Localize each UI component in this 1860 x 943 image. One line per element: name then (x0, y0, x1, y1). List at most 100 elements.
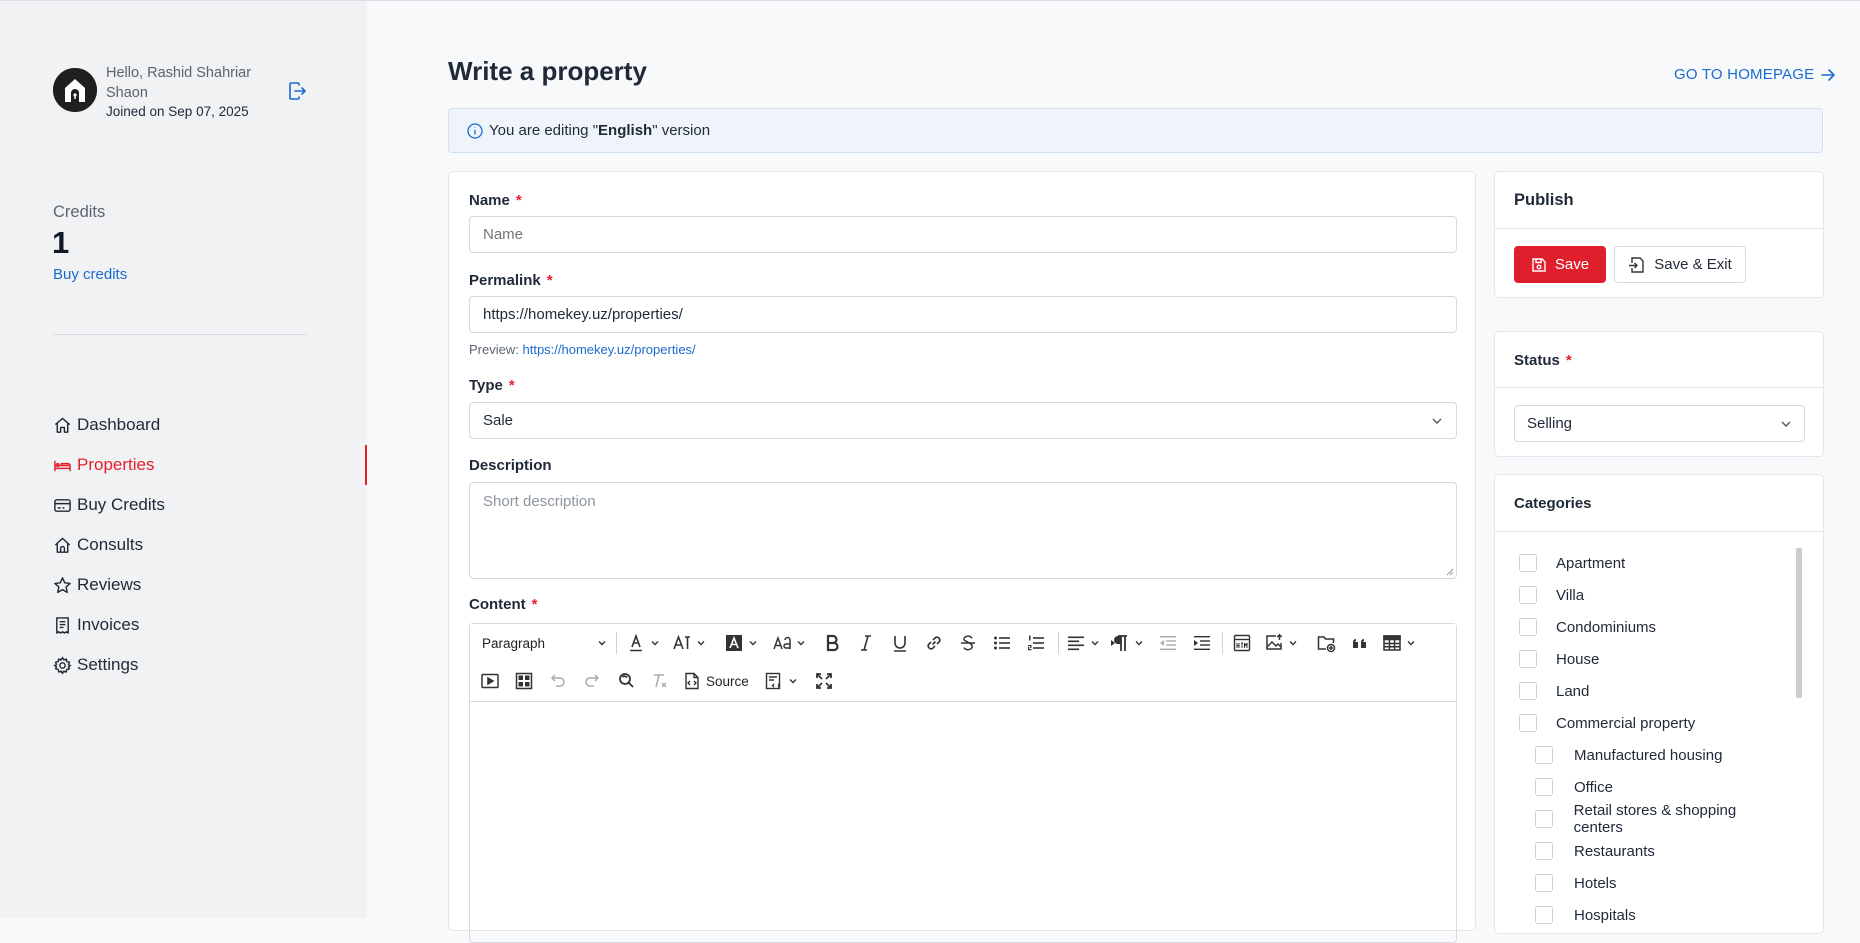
category-subitem[interactable]: Hotels (1495, 867, 1785, 899)
chevron-down-icon (789, 679, 797, 684)
category-checkbox[interactable] (1535, 778, 1553, 796)
background-color-button[interactable] (724, 632, 758, 654)
type-select-value: Sale (483, 412, 514, 429)
italic-icon (861, 635, 871, 651)
category-subitem[interactable]: Retail stores & shopping centers (1495, 802, 1785, 836)
widget-button[interactable] (512, 670, 536, 692)
status-card: Status * Selling (1494, 331, 1824, 457)
home-outline-icon (54, 537, 71, 553)
category-checkbox[interactable] (1535, 874, 1553, 892)
font-family-icon (773, 635, 791, 650)
chevron-down-icon (651, 641, 659, 646)
redo-button[interactable] (580, 670, 604, 692)
type-select[interactable]: Sale (469, 402, 1457, 439)
category-checkbox[interactable] (1519, 714, 1537, 732)
font-family-button[interactable] (772, 632, 806, 654)
category-subitem[interactable]: Office (1495, 771, 1785, 803)
blockquote-button[interactable] (1348, 632, 1372, 654)
undo-button[interactable] (546, 670, 570, 692)
categories-scrollbar[interactable] (1796, 548, 1802, 698)
save-and-exit-button[interactable]: Save & Exit (1614, 246, 1746, 283)
category-checkbox[interactable] (1535, 842, 1553, 860)
insert-image-button[interactable] (1264, 632, 1298, 654)
source-button[interactable]: Source (682, 670, 749, 692)
text-direction-button[interactable] (1110, 632, 1144, 654)
description-label: Description (469, 457, 552, 474)
joined-date: Joined on Sep 07, 2025 (106, 104, 249, 119)
category-item[interactable]: House (1495, 643, 1785, 675)
sidebar-item-dashboard[interactable]: Dashboard (53, 405, 165, 445)
remove-format-button[interactable] (648, 670, 672, 692)
category-subitem[interactable]: Restaurants (1495, 835, 1785, 867)
underline-button[interactable] (888, 632, 912, 654)
fullscreen-button[interactable] (812, 670, 836, 692)
category-checkbox[interactable] (1535, 906, 1553, 924)
bold-button[interactable] (820, 632, 844, 654)
sidebar-item-consults[interactable]: Consults (53, 525, 165, 565)
font-color-button[interactable] (626, 632, 660, 654)
category-checkbox[interactable] (1535, 746, 1553, 764)
indent-button[interactable] (1190, 632, 1214, 654)
category-checkbox[interactable] (1519, 650, 1537, 668)
font-size-button[interactable] (672, 632, 706, 654)
outdent-icon (1160, 636, 1176, 650)
sidebar-item-reviews[interactable]: Reviews (53, 565, 165, 605)
templates-button[interactable] (764, 670, 798, 692)
permalink-preview-link[interactable]: https://homekey.uz/properties/ (522, 342, 695, 357)
category-checkbox[interactable] (1519, 586, 1537, 604)
numbered-list-button[interactable] (1024, 632, 1048, 654)
chevron-down-icon (1091, 641, 1099, 646)
find-replace-button[interactable] (614, 670, 638, 692)
alert-language: English (598, 122, 653, 139)
receipt-icon (56, 616, 69, 634)
permalink-input[interactable]: https://homekey.uz/properties/ (469, 296, 1457, 333)
insert-table-button[interactable] (1382, 632, 1416, 654)
type-label: Type * (469, 377, 515, 394)
buy-credits-link[interactable]: Buy credits (53, 266, 127, 283)
sidebar-item-properties[interactable]: Properties (53, 445, 165, 485)
category-checkbox[interactable] (1519, 618, 1537, 636)
home-icon (54, 417, 71, 433)
category-checkbox[interactable] (1519, 682, 1537, 700)
link-button[interactable] (922, 632, 946, 654)
credits-label: Credits (53, 203, 106, 221)
category-item[interactable]: Villa (1495, 579, 1785, 611)
category-item[interactable]: Apartment (1495, 547, 1785, 579)
sidebar-item-buy-credits[interactable]: Buy Credits (53, 485, 165, 525)
italic-button[interactable] (854, 632, 878, 654)
bulleted-list-button[interactable] (990, 632, 1014, 654)
align-button[interactable] (1066, 632, 1100, 654)
file-manager-button[interactable] (1314, 632, 1338, 654)
category-item[interactable]: Condominiums (1495, 611, 1785, 643)
go-to-homepage-link[interactable]: GO TO HOMEPAGE (1674, 66, 1836, 83)
category-checkbox[interactable] (1535, 810, 1553, 828)
description-placeholder: Short description (483, 493, 596, 510)
category-subitem[interactable]: Hospitals (1495, 899, 1785, 931)
heading-select[interactable]: Paragraph (482, 632, 607, 654)
status-select[interactable]: Selling (1514, 405, 1805, 442)
outdent-button[interactable] (1156, 632, 1180, 654)
sidebar-item-settings[interactable]: Settings (53, 645, 165, 685)
category-checkbox[interactable] (1519, 554, 1537, 572)
category-item[interactable]: Commercial property (1495, 707, 1785, 739)
editor-content-area[interactable] (470, 702, 1456, 942)
chevron-down-icon (749, 641, 757, 646)
media-embed-button[interactable] (478, 670, 502, 692)
strikethrough-button[interactable] (956, 632, 980, 654)
name-input[interactable] (469, 216, 1457, 253)
logout-icon[interactable] (287, 81, 307, 101)
folder-add-icon (1317, 636, 1336, 653)
indent-icon (1194, 636, 1210, 650)
html-embed-button[interactable] (1230, 632, 1254, 654)
description-textarea[interactable]: Short description (469, 482, 1457, 579)
save-icon (1532, 257, 1546, 272)
font-color-icon (630, 633, 642, 652)
sidebar-item-invoices[interactable]: Invoices (53, 605, 165, 645)
category-subitem[interactable]: Manufactured housing (1495, 739, 1785, 771)
property-form-card: Name* Permalink* https://homekey.uz/prop… (448, 171, 1476, 943)
resize-handle-icon[interactable] (1446, 568, 1454, 576)
sidebar-item-label: Settings (77, 655, 139, 674)
save-button[interactable]: Save (1514, 246, 1606, 283)
active-nav-indicator (365, 445, 367, 485)
category-item[interactable]: Land (1495, 675, 1785, 707)
